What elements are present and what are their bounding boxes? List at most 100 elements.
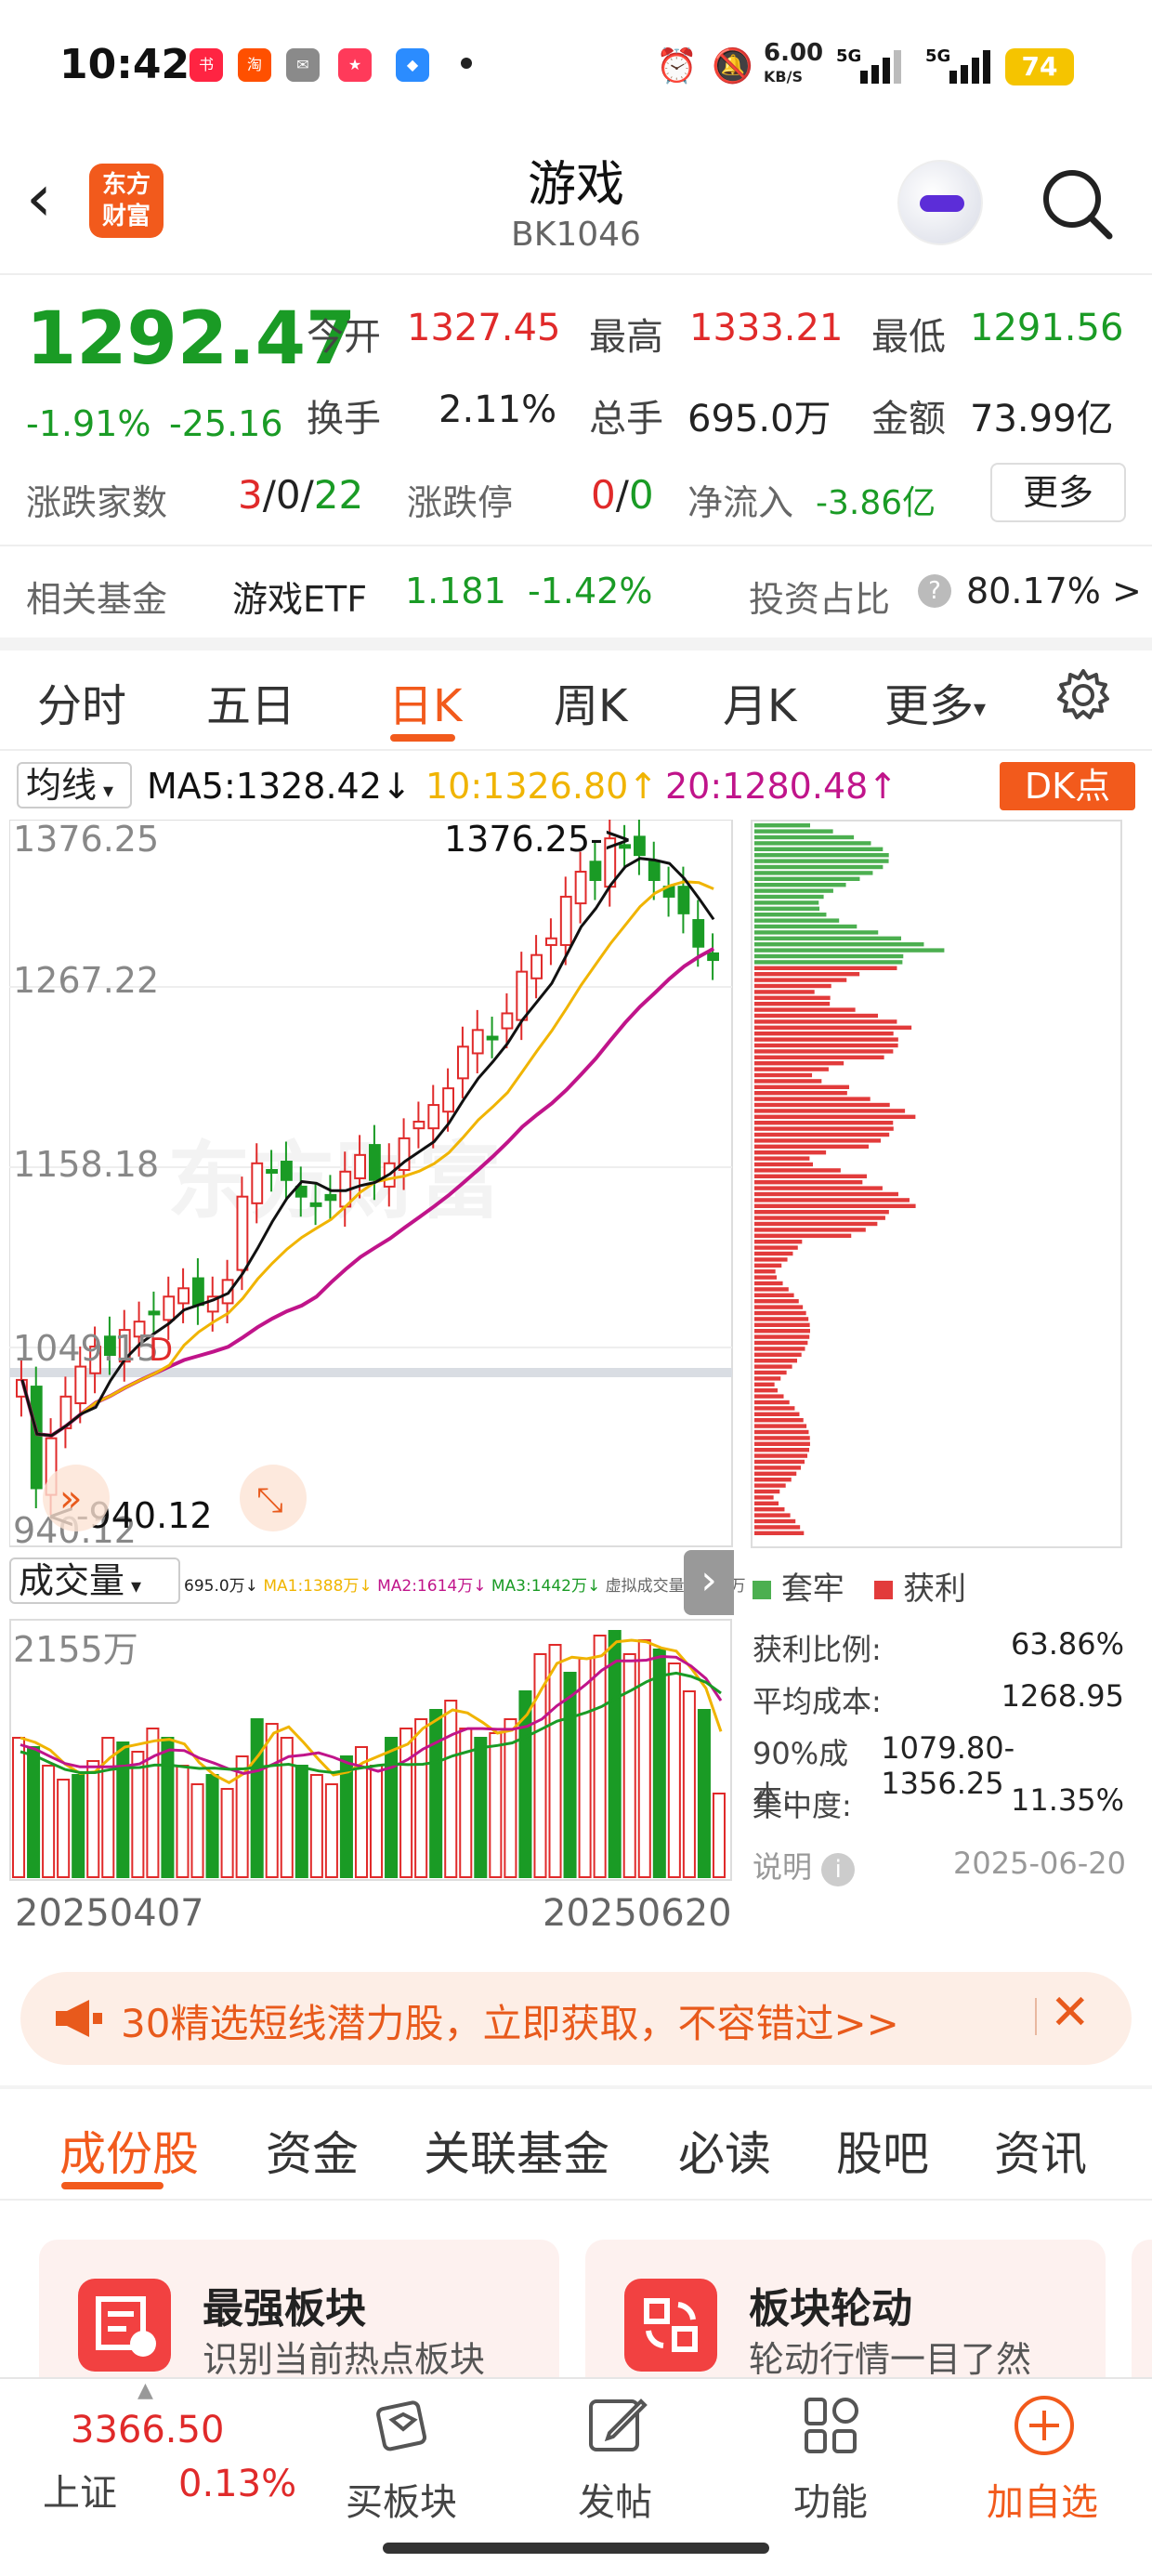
tab-must-read[interactable]: 必读 (678, 2117, 771, 2184)
volume-bar (667, 1663, 681, 1878)
card-title: 板块轮动 (749, 2285, 912, 2333)
nav-post[interactable]: 发帖 (578, 2472, 652, 2526)
chip-bar (754, 1198, 910, 1203)
ma-selector[interactable]: 均线 ▾ (17, 762, 132, 808)
mute-icon: 🔕 (712, 47, 753, 85)
chip-bar (754, 1352, 802, 1357)
chip-bar (754, 1376, 781, 1381)
tab-daily-k[interactable]: 日K (388, 669, 462, 734)
index-value[interactable]: 3366.50 (71, 2409, 224, 2451)
candle (589, 861, 602, 881)
gear-icon[interactable] (1055, 667, 1111, 723)
add-circle-icon[interactable] (1011, 2392, 1078, 2459)
candle (412, 1120, 425, 1130)
assistant-robot-icon[interactable] (897, 160, 983, 245)
tab-monthly-k[interactable]: 月K (723, 669, 796, 734)
grid-icon[interactable] (797, 2392, 864, 2459)
chip-bar (754, 835, 855, 840)
index-name[interactable]: 上证 (43, 2463, 117, 2517)
explain-link[interactable]: 说明 i (753, 1844, 856, 1886)
tab-news[interactable]: 资讯 (994, 2117, 1087, 2184)
candlestick-chart[interactable]: 东方财富 1376.25 1267.22 1158.18 1049.15 940… (9, 820, 734, 1548)
investment-ratio-label: 投资占比 (749, 579, 891, 620)
index-change[interactable]: 0.13% (178, 2463, 296, 2505)
y-label-top: 1376.25 (13, 820, 159, 860)
tab-five-day[interactable]: 五日 (206, 669, 295, 734)
chip-bar (754, 864, 884, 870)
chip-bar (754, 1210, 889, 1215)
amount-value: 73.99亿 (970, 398, 1114, 440)
chip-bar (754, 942, 924, 947)
chip-bar (754, 1102, 890, 1108)
volume-selector[interactable]: 成交量 ▾ (9, 1557, 180, 1604)
buy-sector-icon[interactable] (370, 2392, 437, 2459)
nav-buy-sector[interactable]: 买板块 (346, 2472, 457, 2526)
caret-up-icon: ▲ (137, 2379, 153, 2402)
chip-bar (754, 953, 904, 959)
chip-bar (754, 972, 860, 977)
tab-more[interactable]: 更多▾ (884, 669, 986, 734)
tab-funds[interactable]: 资金 (266, 2117, 359, 2184)
max-marker: 1376.25-> (444, 820, 633, 860)
chip-bar (754, 1287, 789, 1292)
dk-point-button[interactable]: DK点 (1000, 762, 1135, 810)
volume-legend: 695.0万↓ MA1:1388万↓ MA2:1614万↓ MA3:1442万↓… (184, 1577, 746, 1596)
chip-bar (754, 906, 820, 911)
fund-name[interactable]: 游戏ETF (232, 571, 367, 622)
active-tab-indicator (390, 734, 455, 742)
nav-functions[interactable]: 功能 (793, 2472, 868, 2526)
more-button[interactable]: 更多 (990, 463, 1126, 522)
chip-bar (754, 823, 810, 828)
candle (574, 871, 587, 905)
chip-bar (754, 1144, 870, 1149)
candle (471, 1029, 484, 1055)
card-subtitle: 轮动行情一目了然 (749, 2339, 1032, 2380)
tab-constituents[interactable]: 成份股 (59, 2117, 199, 2184)
investment-ratio[interactable]: 80.17% > (966, 571, 1142, 611)
chip-bar (754, 1002, 831, 1006)
tab-weekly-k[interactable]: 周K (554, 669, 627, 734)
volume-chart: 2155万 (9, 1619, 732, 1881)
edit-post-icon[interactable] (583, 2392, 650, 2459)
chip-bar (754, 1150, 827, 1155)
candle (30, 1386, 43, 1490)
volume-bar (370, 1765, 384, 1878)
tab-forum[interactable]: 股吧 (836, 2117, 929, 2184)
tab-related-funds[interactable]: 关联基金 (424, 2117, 609, 2184)
chip-bar (754, 995, 831, 1000)
candle (177, 1287, 190, 1305)
active-tab-indicator (61, 2182, 164, 2189)
chip-bar (754, 1121, 894, 1125)
chip-bar (754, 1007, 856, 1012)
chip-bar (754, 1453, 808, 1458)
volume-bar (414, 1718, 428, 1878)
volume-bar (86, 1760, 100, 1878)
tab-intraday[interactable]: 分时 (37, 669, 126, 734)
battery-icon: 74 (1005, 48, 1074, 85)
app-icon: ◆ (396, 48, 429, 82)
chip-bar (754, 1132, 890, 1137)
turnover-label: 换手 (307, 398, 381, 440)
volume-bar (637, 1639, 651, 1878)
chip-bar (754, 1334, 810, 1339)
ma20-value: 20:1280.48↑ (665, 766, 898, 807)
close-icon[interactable]: ✕ (1050, 1985, 1091, 2041)
ma5-value: MA5:1328.42↓ (147, 766, 412, 807)
chip-bar (754, 1257, 788, 1262)
divider (1035, 1998, 1037, 2035)
fund-price: 1.181 (405, 571, 506, 611)
nav-add-watchlist[interactable]: 加自选 (987, 2472, 1098, 2526)
megaphone-icon (56, 2000, 102, 2037)
candle (148, 1310, 161, 1316)
search-icon[interactable] (1039, 165, 1115, 242)
volume-bar (489, 1732, 503, 1878)
help-icon[interactable]: ? (918, 574, 951, 608)
chip-bar (754, 1037, 898, 1042)
chip-bar (754, 847, 884, 851)
chip-bar (754, 1109, 906, 1113)
chevron-right-icon[interactable]: › (684, 1550, 734, 1615)
chip-bar (754, 1388, 779, 1393)
promo-text[interactable]: 30精选短线潜力股，立即获取，不容错过>> (121, 1992, 899, 2049)
chip-bar (754, 1013, 879, 1019)
dot-icon (461, 58, 472, 69)
